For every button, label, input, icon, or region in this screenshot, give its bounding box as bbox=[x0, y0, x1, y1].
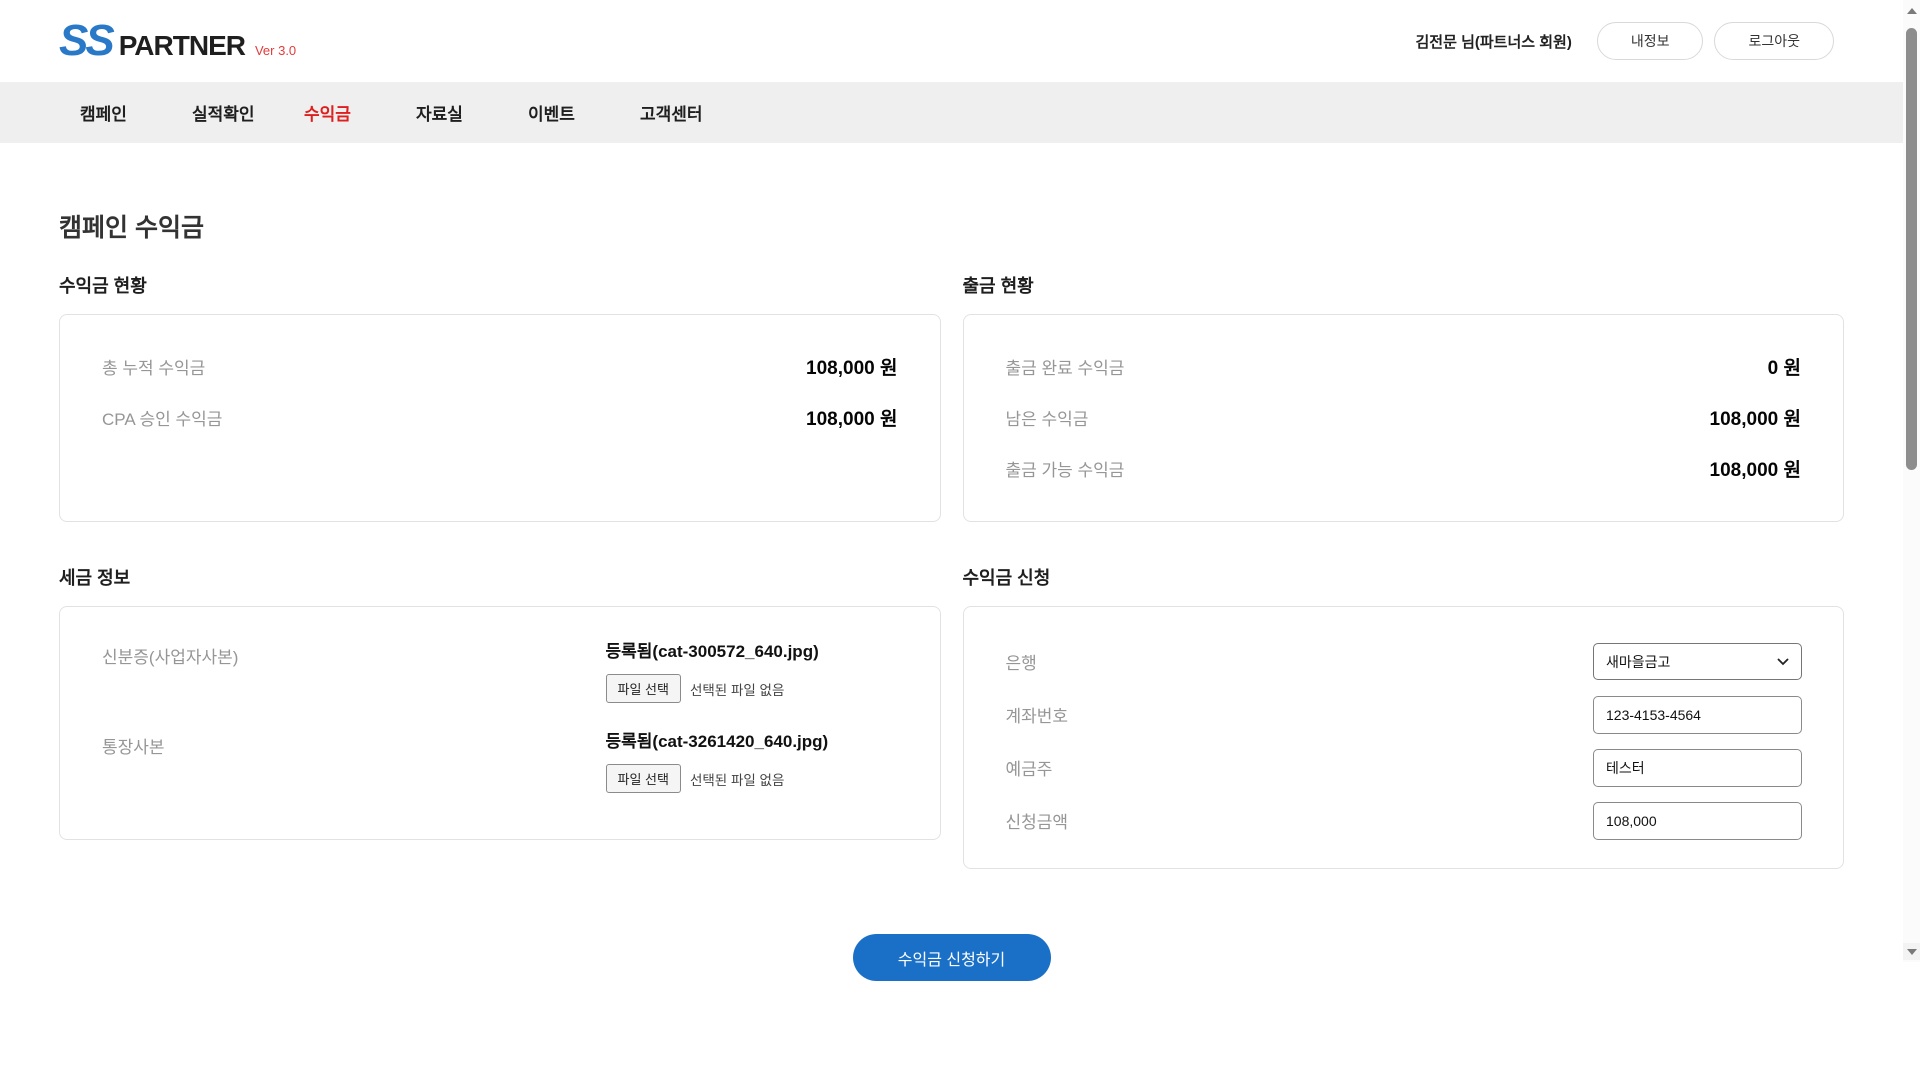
account-number-input[interactable] bbox=[1593, 696, 1802, 734]
bankbook-upload: 등록됨(cat-3261420_640.jpg) 파일 선택 선택된 파일 없음 bbox=[606, 727, 898, 793]
withdrawal-status-card: 출금 완료 수익금 0 원 남은 수익금 108,000 원 출금 가능 수익금… bbox=[963, 314, 1845, 522]
amount-row: 신청금액 bbox=[1006, 794, 1803, 847]
page-title: 캠페인 수익금 bbox=[59, 208, 1844, 244]
content-grid: 수익금 현황 총 누적 수익금 108,000 원 CPA 승인 수익금 108… bbox=[59, 272, 1844, 869]
available-value: 108,000 원 bbox=[1710, 455, 1801, 482]
application-heading: 수익금 신청 bbox=[963, 564, 1845, 590]
id-card-registered-status: 등록됨(cat-300572_640.jpg) bbox=[606, 637, 898, 662]
apply-revenue-button[interactable]: 수익금 신청하기 bbox=[853, 934, 1051, 981]
application-card: 은행 새마을금고 계좌번호 예금주 bbox=[963, 606, 1845, 869]
request-amount-input[interactable] bbox=[1593, 802, 1802, 840]
bank-select[interactable]: 새마을금고 bbox=[1593, 643, 1802, 680]
account-holder-input[interactable] bbox=[1593, 749, 1802, 787]
id-card-file-select-button[interactable]: 파일 선택 bbox=[606, 674, 681, 703]
cpa-approved-label: CPA 승인 수익금 bbox=[102, 405, 222, 430]
remaining-row: 남은 수익금 108,000 원 bbox=[1006, 392, 1802, 443]
scroll-down-arrow-icon[interactable] bbox=[1903, 943, 1920, 960]
user-name: 김전문 님(파트너스 회원) bbox=[1416, 31, 1572, 52]
revenue-status-section: 수익금 현황 총 누적 수익금 108,000 원 CPA 승인 수익금 108… bbox=[59, 272, 941, 522]
holder-label: 예금주 bbox=[1006, 755, 1053, 780]
remaining-label: 남은 수익금 bbox=[1006, 405, 1089, 430]
nav-item-events[interactable]: 이벤트 bbox=[528, 100, 640, 125]
my-info-button[interactable]: 내정보 bbox=[1597, 22, 1704, 60]
vertical-scrollbar[interactable] bbox=[1903, 0, 1920, 962]
bank-row: 은행 새마을금고 bbox=[1006, 635, 1803, 688]
nav-item-resources[interactable]: 자료실 bbox=[416, 100, 528, 125]
bank-label: 은행 bbox=[1006, 649, 1037, 674]
amount-label: 신청금액 bbox=[1006, 808, 1069, 833]
cpa-approved-row: CPA 승인 수익금 108,000 원 bbox=[102, 392, 898, 443]
revenue-status-heading: 수익금 현황 bbox=[59, 272, 941, 298]
withdrawn-value: 0 원 bbox=[1768, 353, 1801, 380]
total-revenue-value: 108,000 원 bbox=[806, 353, 897, 380]
id-card-row: 신분증(사업자사본) 등록됨(cat-300572_640.jpg) 파일 선택… bbox=[102, 637, 898, 703]
nav-item-revenue[interactable]: 수익금 bbox=[304, 100, 416, 125]
nav-item-support[interactable]: 고객센터 bbox=[640, 100, 752, 125]
tax-info-section: 세금 정보 신분증(사업자사본) 등록됨(cat-300572_640.jpg)… bbox=[59, 564, 941, 840]
holder-row: 예금주 bbox=[1006, 741, 1803, 794]
main-nav: 캠페인 실적확인 수익금 자료실 이벤트 고객센터 bbox=[0, 82, 1920, 143]
available-label: 출금 가능 수익금 bbox=[1006, 456, 1125, 481]
bank-selected-value: 새마을금고 bbox=[1606, 652, 1670, 672]
bankbook-file-input: 파일 선택 선택된 파일 없음 bbox=[606, 764, 898, 793]
brand-logo[interactable]: SS PARTNER Ver 3.0 bbox=[59, 19, 296, 63]
tax-info-card: 신분증(사업자사본) 등록됨(cat-300572_640.jpg) 파일 선택… bbox=[59, 606, 941, 840]
withdrawal-status-section: 출금 현황 출금 완료 수익금 0 원 남은 수익금 108,000 원 출금 … bbox=[963, 272, 1845, 522]
account-row: 계좌번호 bbox=[1006, 688, 1803, 741]
total-revenue-row: 총 누적 수익금 108,000 원 bbox=[102, 341, 898, 392]
withdrawal-status-heading: 출금 현황 bbox=[963, 272, 1845, 298]
bankbook-registered-status: 등록됨(cat-3261420_640.jpg) bbox=[606, 727, 898, 752]
logout-button[interactable]: 로그아웃 bbox=[1714, 22, 1834, 60]
id-card-file-input: 파일 선택 선택된 파일 없음 bbox=[606, 674, 898, 703]
remaining-value: 108,000 원 bbox=[1710, 404, 1801, 431]
bankbook-file-select-button[interactable]: 파일 선택 bbox=[606, 764, 681, 793]
chevron-down-icon bbox=[1777, 658, 1789, 666]
withdrawn-label: 출금 완료 수익금 bbox=[1006, 354, 1125, 379]
id-card-no-file-text: 선택된 파일 없음 bbox=[690, 679, 784, 699]
submit-wrap: 수익금 신청하기 bbox=[59, 934, 1844, 981]
bankbook-no-file-text: 선택된 파일 없음 bbox=[690, 769, 784, 789]
partner-dashboard-screen: SS PARTNER Ver 3.0 김전문 님(파트너스 회원) 내정보 로그… bbox=[0, 0, 1920, 1080]
logo-version: Ver 3.0 bbox=[255, 43, 296, 58]
bankbook-row: 통장사본 등록됨(cat-3261420_640.jpg) 파일 선택 선택된 … bbox=[102, 727, 898, 793]
revenue-status-card: 총 누적 수익금 108,000 원 CPA 승인 수익금 108,000 원 bbox=[59, 314, 941, 522]
logo-partner-text: PARTNER bbox=[119, 32, 245, 60]
tax-info-heading: 세금 정보 bbox=[59, 564, 941, 590]
withdrawn-row: 출금 완료 수익금 0 원 bbox=[1006, 341, 1802, 392]
id-card-upload: 등록됨(cat-300572_640.jpg) 파일 선택 선택된 파일 없음 bbox=[606, 637, 898, 703]
available-row: 출금 가능 수익금 108,000 원 bbox=[1006, 443, 1802, 494]
bankbook-label: 통장사본 bbox=[102, 727, 606, 793]
nav-item-performance[interactable]: 실적확인 bbox=[192, 100, 304, 125]
application-section: 수익금 신청 은행 새마을금고 계좌번호 bbox=[963, 564, 1845, 869]
header: SS PARTNER Ver 3.0 김전문 님(파트너스 회원) 내정보 로그… bbox=[0, 0, 1920, 82]
cpa-approved-value: 108,000 원 bbox=[806, 404, 897, 431]
header-right: 김전문 님(파트너스 회원) 내정보 로그아웃 bbox=[1416, 22, 1835, 60]
id-card-label: 신분증(사업자사본) bbox=[102, 637, 606, 703]
account-label: 계좌번호 bbox=[1006, 702, 1069, 727]
total-revenue-label: 총 누적 수익금 bbox=[102, 354, 205, 379]
logo-ss-mark: SS bbox=[59, 19, 112, 63]
main-content: 캠페인 수익금 수익금 현황 총 누적 수익금 108,000 원 CPA 승인… bbox=[0, 208, 1920, 981]
nav-item-campaign[interactable]: 캠페인 bbox=[80, 100, 192, 125]
scroll-up-arrow-icon[interactable] bbox=[1903, 2, 1920, 19]
scrollbar-thumb[interactable] bbox=[1906, 28, 1917, 470]
